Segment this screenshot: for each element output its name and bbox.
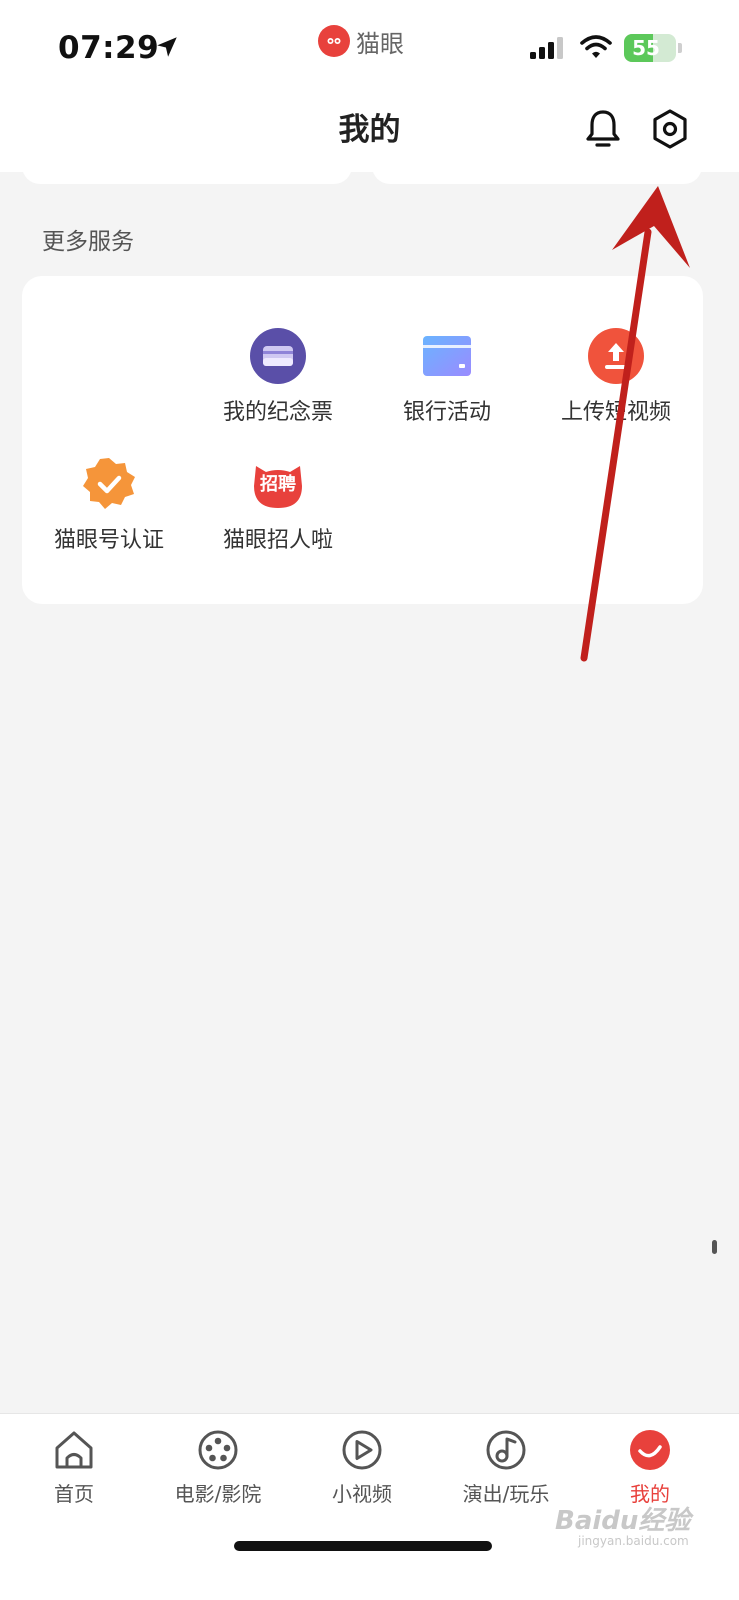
scrollbar-thumb[interactable] [712,1240,717,1254]
service-upload-video[interactable]: 上传短视频 [531,328,701,438]
service-label: 猫眼招人啦 [222,528,333,553]
music-note-icon [486,1430,526,1470]
wifi-icon [580,35,612,58]
signal-icon [530,37,563,59]
tab-label: 小视频 [332,1482,392,1506]
page-title: 我的 [338,112,401,148]
top-card-left [22,160,352,184]
bell-icon[interactable] [584,108,622,150]
more-services-card: 我的纪念票 银行活动 上传短视频 猫眼号认证 招聘 猫眼招人啦 [22,276,703,604]
status-time: 07:29 [58,30,160,66]
battery-percent: 55 [632,36,660,60]
service-label: 上传短视频 [560,400,671,425]
play-circle-icon [342,1430,382,1470]
profile-icon [630,1430,670,1470]
service-label: 银行活动 [402,400,491,425]
section-title-more-services: 更多服务 [42,229,134,255]
upload-video-icon [588,328,644,384]
verified-badge-icon [83,458,135,509]
tab-label: 电影/影院 [174,1482,262,1506]
service-label: 我的纪念票 [222,400,333,425]
baidu-watermark: Baidu经验 [555,1506,691,1536]
tab-label: 首页 [54,1482,94,1506]
bank-card-icon [423,336,471,376]
tab-movies-cinemas[interactable]: 电影/影院 [148,1428,288,1518]
service-label: 猫眼号认证 [53,528,164,553]
brand: 猫眼 [318,24,404,58]
film-reel-icon [198,1430,238,1470]
maoyan-logo-icon [318,25,350,57]
service-bank-activity[interactable]: 银行活动 [362,328,532,438]
battery-icon: 55 [624,34,676,62]
service-maoyan-recruiting[interactable]: 招聘 猫眼招人啦 [193,456,363,566]
souvenir-ticket-icon [250,328,306,384]
home-indicator [234,1541,492,1551]
service-maoyan-verification[interactable]: 猫眼号认证 [24,456,194,566]
tab-home[interactable]: 首页 [4,1428,144,1518]
home-icon [55,1431,93,1469]
top-card-right [372,160,702,184]
service-souvenir-ticket[interactable]: 我的纪念票 [193,328,363,438]
location-arrow-icon [157,37,177,57]
tab-short-videos[interactable]: 小视频 [292,1428,432,1518]
battery-tip [678,43,682,53]
settings-hexagon-icon[interactable] [650,108,690,150]
recruiting-icon-text: 招聘 [260,474,296,495]
status-bar: 07:29 猫眼 55 [0,0,739,90]
baidu-watermark-url: jingyan.baidu.com [578,1534,689,1548]
brand-name: 猫眼 [356,29,404,58]
